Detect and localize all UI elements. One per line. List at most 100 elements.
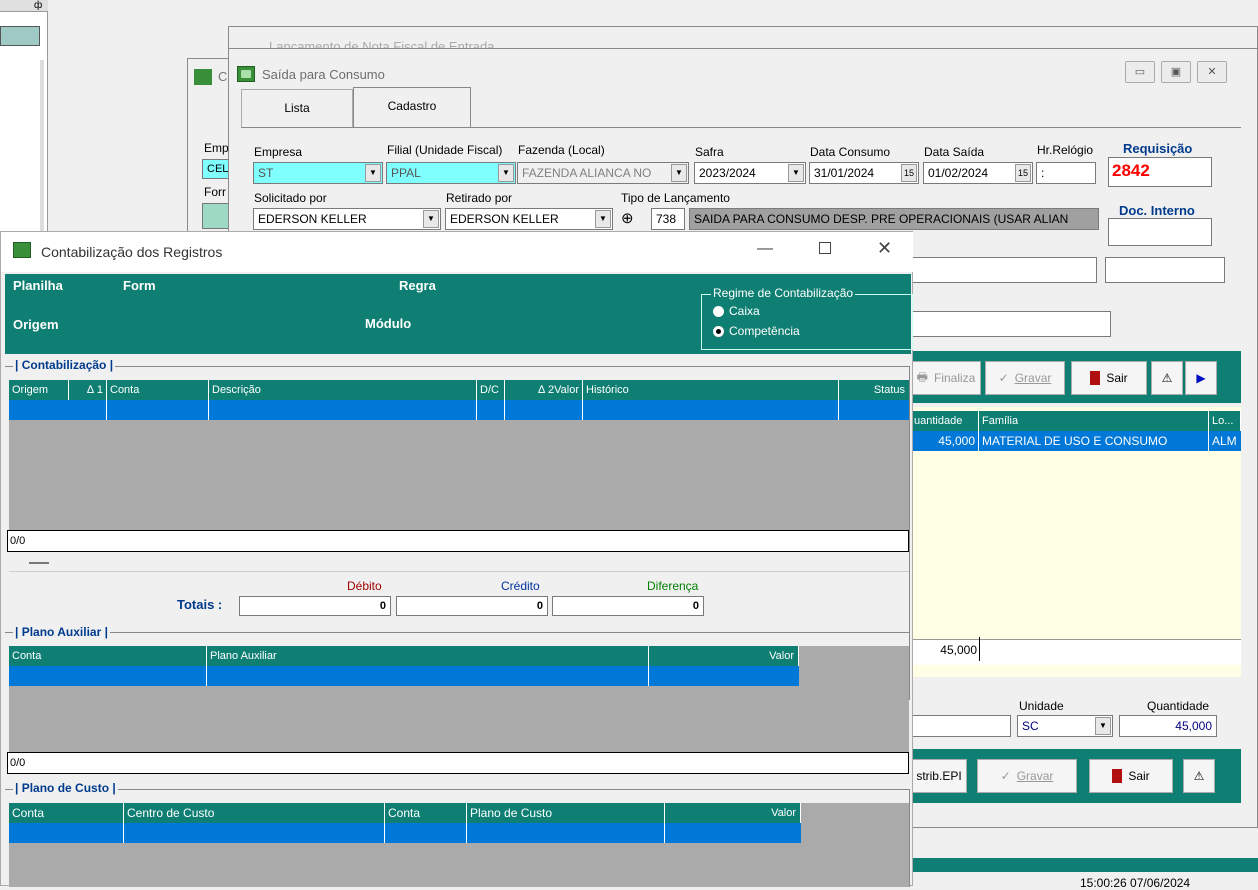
distrib-epi-button[interactable]: strib.EPI	[911, 759, 967, 793]
retirado-label: Retirado por	[446, 191, 513, 205]
planilha-label: Planilha	[13, 278, 63, 293]
main-window-title: Saída para Consumo	[262, 66, 385, 82]
col-familia[interactable]: Família	[979, 411, 1209, 431]
grid3-row[interactable]	[9, 823, 801, 843]
grid1-scrollbar[interactable]	[9, 552, 909, 572]
grid1-row[interactable]	[9, 400, 909, 420]
search-icon[interactable]: ⊕	[621, 209, 634, 227]
data-consumo-field[interactable]: 31/01/2024 15	[809, 162, 919, 184]
contab-maximize-button[interactable]	[819, 242, 831, 254]
close-button[interactable]: ✕	[1197, 61, 1227, 83]
bottom-gravar-button[interactable]: ✓ Gravar	[977, 759, 1077, 793]
tipo-codigo-field[interactable]: 738	[651, 208, 685, 230]
empresa-field[interactable]: ST ▼	[253, 162, 383, 184]
chevron-down-icon[interactable]: ▼	[671, 164, 687, 182]
bottom-sair-button[interactable]: Sair	[1089, 759, 1173, 793]
retirado-field[interactable]: EDERSON KELLER ▼	[445, 208, 613, 230]
hr-relogio-field[interactable]: :	[1036, 162, 1096, 184]
radio-selected-icon	[713, 325, 724, 337]
col-plano-custo[interactable]: Plano de Custo	[467, 803, 665, 823]
field-row3-b[interactable]	[1105, 257, 1225, 283]
cell-lo: ALM	[1212, 434, 1237, 448]
col-dc[interactable]: D/C	[477, 380, 505, 400]
col-lo[interactable]: Lo...	[1209, 411, 1241, 431]
small-emp-label: Emp	[204, 141, 229, 155]
pin-icon[interactable]: ф	[34, 0, 42, 11]
solicitado-field[interactable]: EDERSON KELLER ▼	[253, 208, 441, 230]
grid2-row[interactable]	[9, 666, 799, 686]
help-icon: ⚠	[1193, 769, 1205, 783]
radio-icon	[713, 305, 724, 317]
credito-value: 0	[396, 596, 548, 616]
section-contabilizacao: | Contabilização |	[13, 358, 116, 372]
safra-field[interactable]: 2023/2024 ▼	[694, 162, 806, 184]
col-status[interactable]: Status	[839, 380, 909, 400]
bottom-help-button[interactable]: ⚠	[1183, 759, 1215, 793]
scroll-thumb[interactable]	[29, 562, 49, 564]
calendar-icon[interactable]: 15	[1015, 164, 1031, 182]
col-valor[interactable]: Valor	[649, 646, 799, 666]
data-saida-label: Data Saída	[924, 145, 985, 159]
col-conta-2[interactable]: Conta	[385, 803, 467, 823]
tab-lista[interactable]: Lista	[241, 89, 353, 127]
requisicao-field[interactable]: 2842	[1108, 157, 1212, 187]
fazenda-field[interactable]: FAZENDA ALIANCA NO ▼	[517, 162, 689, 184]
grid2-header: Conta Plano Auxiliar Valor	[9, 646, 799, 666]
col-historico[interactable]: Histórico	[583, 380, 839, 400]
chevron-down-icon[interactable]: ▼	[498, 164, 514, 182]
col-valor[interactable]: ∆ 2Valor	[505, 380, 583, 400]
door-icon	[1112, 769, 1123, 783]
app-icon	[237, 66, 255, 82]
radio-competencia[interactable]: Competência	[713, 324, 800, 338]
tab-cadastro[interactable]: Cadastro	[353, 87, 471, 127]
maximize-button[interactable]: ▣	[1161, 61, 1191, 83]
contab-minimize-button[interactable]: —	[757, 240, 773, 258]
sort-origem-icon[interactable]: ∆ 1	[69, 380, 107, 400]
section-plano-auxiliar: | Plano Auxiliar |	[13, 625, 110, 639]
col-valor[interactable]: Valor	[665, 803, 801, 823]
totais-label: Totais :	[177, 597, 223, 612]
col-origem[interactable]: Origem	[9, 380, 69, 400]
data-saida-field[interactable]: 01/02/2024 15	[923, 162, 1033, 184]
next-button[interactable]: ▶	[1185, 361, 1217, 395]
chevron-down-icon[interactable]: ▼	[365, 164, 381, 182]
small-window-icon	[194, 69, 212, 85]
contab-app-icon	[13, 242, 31, 258]
col-conta[interactable]: Conta	[9, 803, 124, 823]
chevron-down-icon[interactable]: ▼	[1095, 717, 1111, 735]
chevron-down-icon[interactable]: ▼	[788, 164, 804, 182]
col-centro-custo[interactable]: Centro de Custo	[124, 803, 385, 823]
finaliza-button[interactable]: 🖶 Finaliza	[911, 361, 981, 395]
col-descricao[interactable]: Descrição	[209, 380, 477, 400]
col-conta[interactable]: Conta	[107, 380, 209, 400]
cell-quantidade: 45,000	[911, 431, 979, 451]
items-row[interactable]: 45,000 MATERIAL DE USO E CONSUMO ALM	[911, 431, 1241, 451]
radio-caixa[interactable]: Caixa	[713, 304, 760, 318]
items-grid-header: uantidade Família Lo...	[911, 411, 1241, 431]
sair-button[interactable]: Sair	[1071, 361, 1147, 395]
calendar-icon[interactable]: 15	[901, 164, 917, 182]
filial-field[interactable]: PPAL ▼	[386, 162, 516, 184]
minimize-button[interactable]: ▭	[1125, 61, 1155, 83]
left-pane-bar	[0, 26, 40, 46]
doc-interno-field[interactable]	[1108, 218, 1212, 246]
chevron-down-icon[interactable]: ▼	[423, 210, 439, 228]
col-conta[interactable]: Conta	[9, 646, 207, 666]
status-clock: 15:00:26 07/06/2024	[1080, 876, 1191, 890]
field-row4[interactable]	[911, 311, 1111, 337]
field-row3-a[interactable]	[911, 257, 1097, 283]
col-quantidade[interactable]: uantidade	[911, 411, 979, 431]
help-button[interactable]: ⚠	[1151, 361, 1183, 395]
contab-close-button[interactable]: ✕	[877, 238, 892, 259]
bottom-field-a[interactable]	[911, 715, 1011, 737]
col-plano-auxiliar[interactable]: Plano Auxiliar	[207, 646, 649, 666]
desktop-statusbar	[910, 858, 1258, 872]
items-total: 45,000	[940, 643, 977, 657]
quantidade-field[interactable]: 45,000	[1119, 715, 1217, 737]
printer-icon: 🖶	[916, 369, 928, 384]
unidade-field[interactable]: SC ▼	[1017, 715, 1113, 737]
gravar-button[interactable]: ✓ Gravar	[985, 361, 1065, 395]
small-window-title: C	[218, 69, 228, 84]
regime-group	[701, 294, 913, 350]
chevron-down-icon[interactable]: ▼	[595, 210, 611, 228]
